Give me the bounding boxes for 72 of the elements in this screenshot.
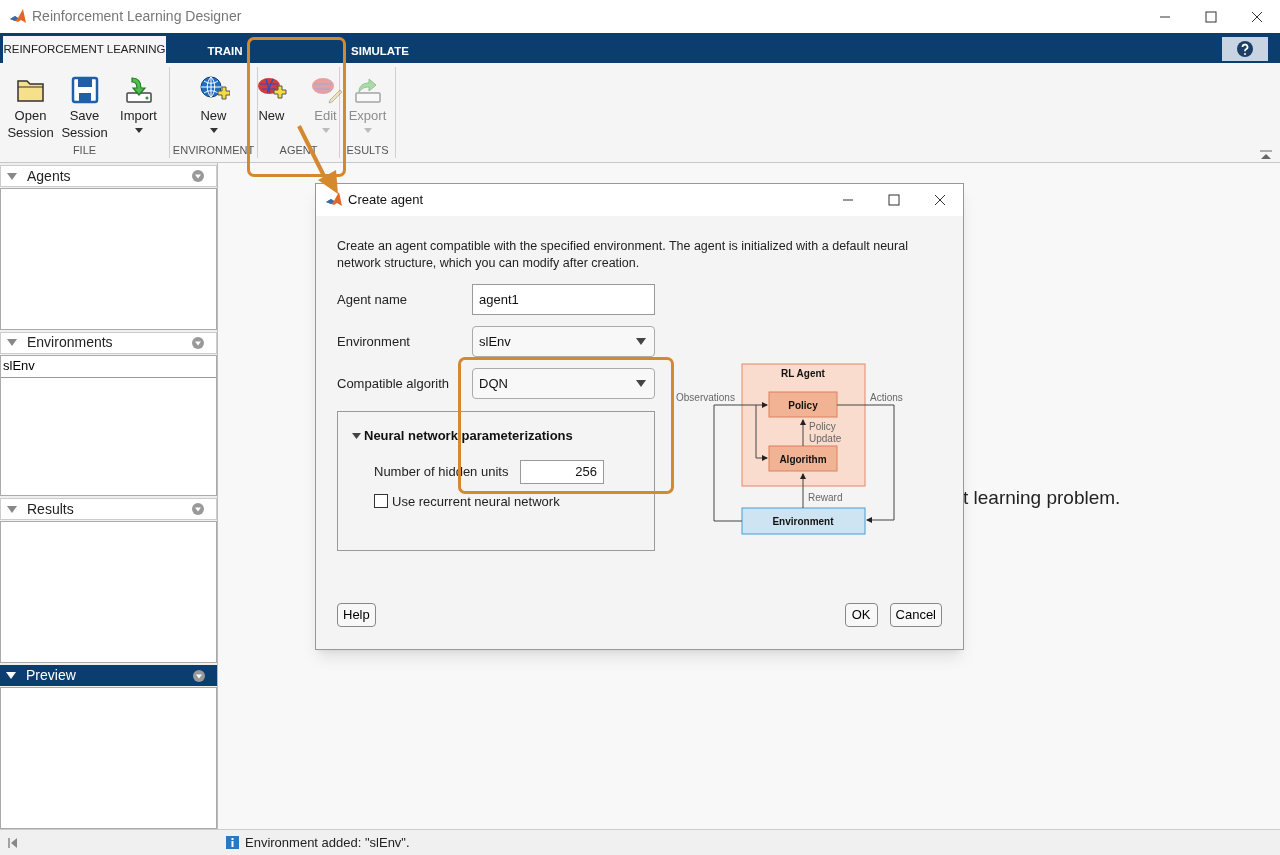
list-item[interactable]: slEnv (1, 355, 216, 378)
ok-button[interactable]: OK (844, 603, 878, 627)
matlab-logo-icon (326, 192, 342, 208)
help-icon (1236, 40, 1254, 58)
checkbox[interactable] (374, 494, 388, 508)
diagram-label: Actions (870, 392, 903, 403)
first-page-icon[interactable] (8, 837, 18, 848)
caret-icon (636, 380, 646, 387)
toolstrip-button[interactable]: New (188, 73, 239, 133)
triangle-icon (7, 172, 17, 180)
status-message: Environment added: "slEnv". (245, 833, 410, 852)
diagram-label: RL Agent (781, 368, 825, 379)
panel-header[interactable]: Agents (0, 165, 217, 187)
diagram-label: Reward (808, 492, 843, 503)
options-icon[interactable] (193, 669, 205, 682)
matlab-logo-icon (10, 8, 26, 25)
field-label: Compatible algorith (337, 374, 450, 393)
close-icon (1251, 10, 1263, 23)
panel-header[interactable]: Preview (0, 664, 217, 687)
description-text: Create an agent compatible with the specified environment. The agent is initialized with a default neural network structure, which you can modify after creation. (337, 238, 909, 272)
collapse-icon[interactable] (1260, 150, 1272, 160)
toolstrip-button[interactable]: Import (113, 73, 164, 133)
section-label: FILE (72, 142, 97, 158)
triangle-icon (6, 672, 16, 679)
field-label: Environment (337, 332, 411, 351)
triangle-icon (352, 431, 361, 441)
help-button[interactable]: Help (337, 603, 376, 627)
triangle-icon (7, 505, 17, 513)
tab[interactable]: REINFORCEMENT LEARNING (3, 36, 166, 63)
checkbox-option[interactable]: Use recurrent neural network (374, 493, 560, 509)
annotation-corner (458, 357, 468, 367)
annotation-corner (458, 484, 468, 494)
dropdown[interactable]: DQN (472, 368, 655, 399)
section-header[interactable]: Neural network parameterizations (352, 426, 640, 446)
diagram-label: Update (809, 433, 842, 444)
algorithm-block (768, 445, 838, 472)
annotation-corner (336, 167, 346, 177)
annotation-corner (664, 357, 674, 367)
panel-header[interactable]: Environments (0, 331, 217, 354)
section-label: ESULTS (346, 142, 389, 158)
panel-header[interactable]: Results (0, 498, 217, 521)
diagram-label: Policy (788, 400, 818, 411)
window-title: Reinforcement Learning Designer (32, 7, 242, 26)
tab[interactable]: SIMULATE (349, 41, 411, 63)
annotation-corner (664, 484, 674, 494)
info-icon (226, 836, 239, 849)
diagram-label: Policy (809, 421, 836, 432)
diagram-label: Environment (772, 516, 834, 527)
close-icon (934, 194, 946, 206)
policy-block (768, 391, 838, 418)
input-field[interactable]: 256 (520, 459, 604, 484)
toolstrip-button[interactable]: Save Session (59, 73, 110, 141)
dialog-title: Create agent (348, 191, 424, 210)
dropdown[interactable]: slEnv (472, 326, 655, 357)
input-field[interactable]: agent1 (472, 284, 655, 315)
help-button[interactable] (1222, 37, 1268, 61)
connector-line (800, 419, 806, 447)
diagram-label: Algorithm (779, 454, 827, 465)
cancel-button[interactable]: Cancel (889, 603, 942, 627)
triangle-icon (7, 339, 17, 346)
maximize-icon (1205, 10, 1217, 23)
annotation-corner (247, 37, 257, 47)
annotation-corner (247, 167, 257, 177)
annotation-corner (336, 37, 346, 47)
diagram-label: Observations (676, 392, 735, 403)
toolstrip-button[interactable]: Open Session (5, 73, 56, 141)
tab[interactable]: TRAIN (205, 41, 245, 63)
main-message: t learning problem. (963, 486, 1121, 510)
maximize-icon (888, 194, 900, 206)
field-label: Agent name (337, 290, 409, 309)
connector-line (800, 473, 806, 509)
caret-icon (636, 338, 646, 345)
